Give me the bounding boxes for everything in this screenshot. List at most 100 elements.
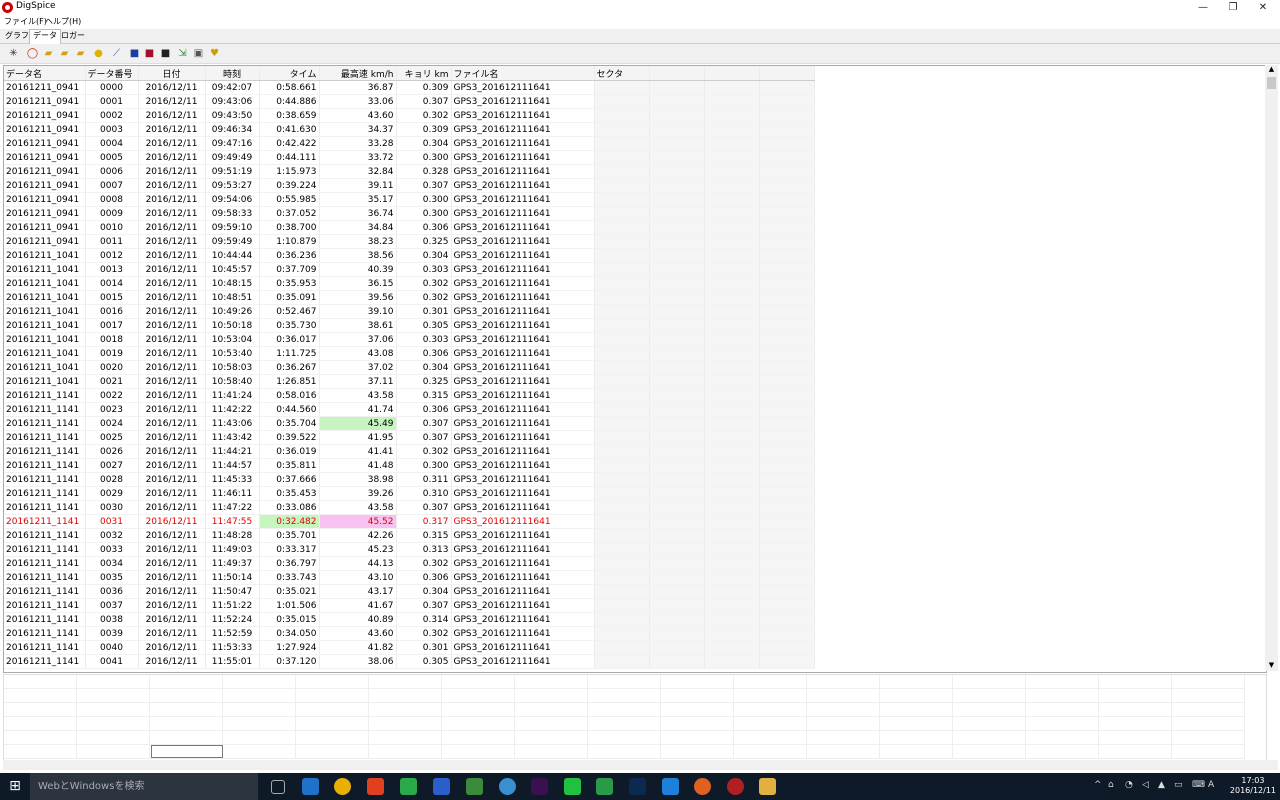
minecraft-icon[interactable] — [466, 778, 483, 795]
photoshop-icon[interactable] — [629, 778, 646, 795]
detail-cell[interactable] — [1171, 702, 1245, 717]
table-row[interactable]: 20161211_0941 0007 2016/12/11 09:53:27 0:39.… — [4, 178, 815, 193]
detail-cell[interactable] — [514, 702, 588, 717]
detail-cell[interactable] — [1025, 702, 1099, 717]
folder-add-icon[interactable]: ▰ — [74, 47, 87, 60]
taskbar-clock[interactable]: 17:03 2016/12/11 — [1230, 776, 1276, 796]
detail-cell[interactable] — [1098, 675, 1172, 689]
detail-cell[interactable] — [441, 675, 515, 689]
table-row[interactable]: 20161211_1141 0028 2016/12/11 11:45:33 0:37.… — [4, 472, 815, 487]
detail-cell[interactable] — [952, 716, 1026, 731]
tray-keyboard-icon[interactable]: ⌨ — [1192, 780, 1205, 790]
trophy-icon[interactable]: ♥ — [208, 47, 221, 60]
detail-cell[interactable] — [879, 716, 953, 731]
table-row[interactable]: 20161211_1141 0030 2016/12/11 11:47:22 0:33.… — [4, 500, 815, 515]
detail-cell[interactable] — [733, 730, 807, 745]
table-row[interactable]: 20161211_1041 0018 2016/12/11 10:53:04 0:36.… — [4, 332, 815, 347]
tray-volume-icon[interactable]: ◁ — [1142, 780, 1149, 790]
detail-cell[interactable] — [514, 675, 588, 689]
table-row[interactable]: 20161211_1141 0038 2016/12/11 11:52:24 0:35.… — [4, 612, 815, 627]
tab-graph[interactable]: グラフ — [2, 30, 32, 42]
detail-cell[interactable] — [733, 744, 807, 759]
folder-icon[interactable]: ▰ — [58, 47, 71, 60]
col-header-distance[interactable]: キョリ km — [396, 66, 452, 81]
detail-cell[interactable] — [587, 688, 661, 703]
detail-cell[interactable] — [1025, 688, 1099, 703]
detail-cell[interactable] — [660, 675, 734, 689]
table-row[interactable]: 20161211_1141 0026 2016/12/11 11:44:21 0:36.… — [4, 444, 815, 459]
detail-cell[interactable] — [149, 702, 223, 717]
firefox-icon[interactable] — [694, 778, 711, 795]
detail-cell[interactable] — [1171, 688, 1245, 703]
scroll-up-icon[interactable]: ▲ — [1265, 65, 1278, 75]
detail-cell[interactable] — [879, 744, 953, 759]
table-row[interactable]: 20161211_1141 0032 2016/12/11 11:48:28 0:35.… — [4, 528, 815, 543]
table-row[interactable]: 20161211_1041 0017 2016/12/11 10:50:18 0:35.… — [4, 318, 815, 333]
detail-cell[interactable] — [733, 675, 807, 689]
data-grid[interactable]: データ名 データ番号 日付 時刻 タイム 最高速 km/h キョリ km ファイ… — [3, 65, 1267, 673]
detail-cell[interactable] — [368, 730, 442, 745]
minimize-button[interactable]: — — [1188, 0, 1218, 15]
detail-cell[interactable] — [1098, 702, 1172, 717]
detail-cell[interactable] — [660, 730, 734, 745]
detail-cell[interactable] — [76, 744, 150, 759]
detail-cell[interactable] — [1025, 744, 1099, 759]
tray-app-icon[interactable]: ▲ — [1158, 780, 1165, 790]
detail-cell[interactable] — [587, 744, 661, 759]
table-row[interactable]: 20161211_0941 0009 2016/12/11 09:58:33 0:37.… — [4, 206, 815, 221]
line-icon[interactable] — [564, 778, 581, 795]
app-icon-2[interactable] — [433, 778, 450, 795]
taskbar-search-input[interactable]: WebとWindowsを検索 — [30, 773, 258, 800]
table-row[interactable]: 20161211_0941 0000 2016/12/11 09:42:07 0:58.… — [4, 80, 815, 95]
detail-cell[interactable] — [806, 730, 880, 745]
detail-cell[interactable] — [368, 716, 442, 731]
edge-icon[interactable] — [302, 778, 319, 795]
folder-open-icon[interactable]: ▰ — [42, 47, 55, 60]
detail-cell[interactable] — [368, 702, 442, 717]
table-row[interactable]: 20161211_1141 0033 2016/12/11 11:49:03 0:33.… — [4, 542, 815, 557]
table-row[interactable]: 20161211_1041 0019 2016/12/11 10:53:40 1:11.… — [4, 346, 815, 361]
chart-icon[interactable]: ⟋ — [110, 47, 123, 60]
col-header-sector[interactable]: セクタ — [594, 66, 650, 81]
detail-cell[interactable] — [879, 702, 953, 717]
table-row[interactable]: 20161211_1041 0020 2016/12/11 10:58:03 0:36.… — [4, 360, 815, 375]
detail-cell[interactable] — [295, 744, 369, 759]
detail-cell[interactable] — [1098, 744, 1172, 759]
col-header-top-speed[interactable]: 最高速 km/h — [319, 66, 397, 81]
detail-cell[interactable] — [587, 675, 661, 689]
tray-ime-icon[interactable]: A — [1208, 780, 1214, 790]
tray-message-icon[interactable]: ▭ — [1174, 780, 1183, 790]
save-dark-icon[interactable]: ■ — [159, 47, 172, 60]
detail-cell[interactable] — [222, 730, 296, 745]
table-row[interactable]: 20161211_0941 0001 2016/12/11 09:43:06 0:44.… — [4, 94, 815, 109]
detail-cell[interactable] — [295, 675, 369, 689]
detail-cell[interactable] — [806, 675, 880, 689]
detail-cell[interactable] — [441, 716, 515, 731]
detail-cell[interactable] — [733, 716, 807, 731]
cell-edit-box[interactable] — [151, 745, 223, 758]
detail-cell[interactable] — [4, 716, 77, 731]
app-icon-3[interactable] — [499, 778, 516, 795]
detail-cell[interactable] — [368, 744, 442, 759]
col-header-file-name[interactable]: ファイル名 — [451, 66, 595, 81]
detail-cell[interactable] — [952, 730, 1026, 745]
export-icon[interactable]: ⇲ — [176, 47, 189, 60]
detail-cell[interactable] — [295, 702, 369, 717]
table-row[interactable]: 20161211_0941 0002 2016/12/11 09:43:50 0:38.… — [4, 108, 815, 123]
detail-cell[interactable] — [1171, 730, 1245, 745]
detail-cell[interactable] — [952, 675, 1026, 689]
table-row[interactable]: 20161211_1141 0023 2016/12/11 11:42:22 0:44.… — [4, 402, 815, 417]
menu-help[interactable]: ヘルプ(H) — [45, 16, 81, 27]
detail-cell[interactable] — [76, 702, 150, 717]
detail-cell[interactable] — [4, 702, 77, 717]
table-row[interactable]: 20161211_1141 0022 2016/12/11 11:41:24 0:58.… — [4, 388, 815, 403]
detail-cell[interactable] — [660, 688, 734, 703]
table-row[interactable]: 20161211_1041 0021 2016/12/11 10:58:40 1:26.… — [4, 374, 815, 389]
task-view-icon[interactable] — [271, 780, 285, 794]
close-button[interactable]: ✕ — [1248, 0, 1278, 15]
detail-cell[interactable] — [1171, 716, 1245, 731]
detail-cell[interactable] — [879, 730, 953, 745]
table-row[interactable]: 20161211_0941 0006 2016/12/11 09:51:19 1:15.… — [4, 164, 815, 179]
detail-cell[interactable] — [806, 688, 880, 703]
tab-data[interactable]: データ — [29, 29, 61, 44]
